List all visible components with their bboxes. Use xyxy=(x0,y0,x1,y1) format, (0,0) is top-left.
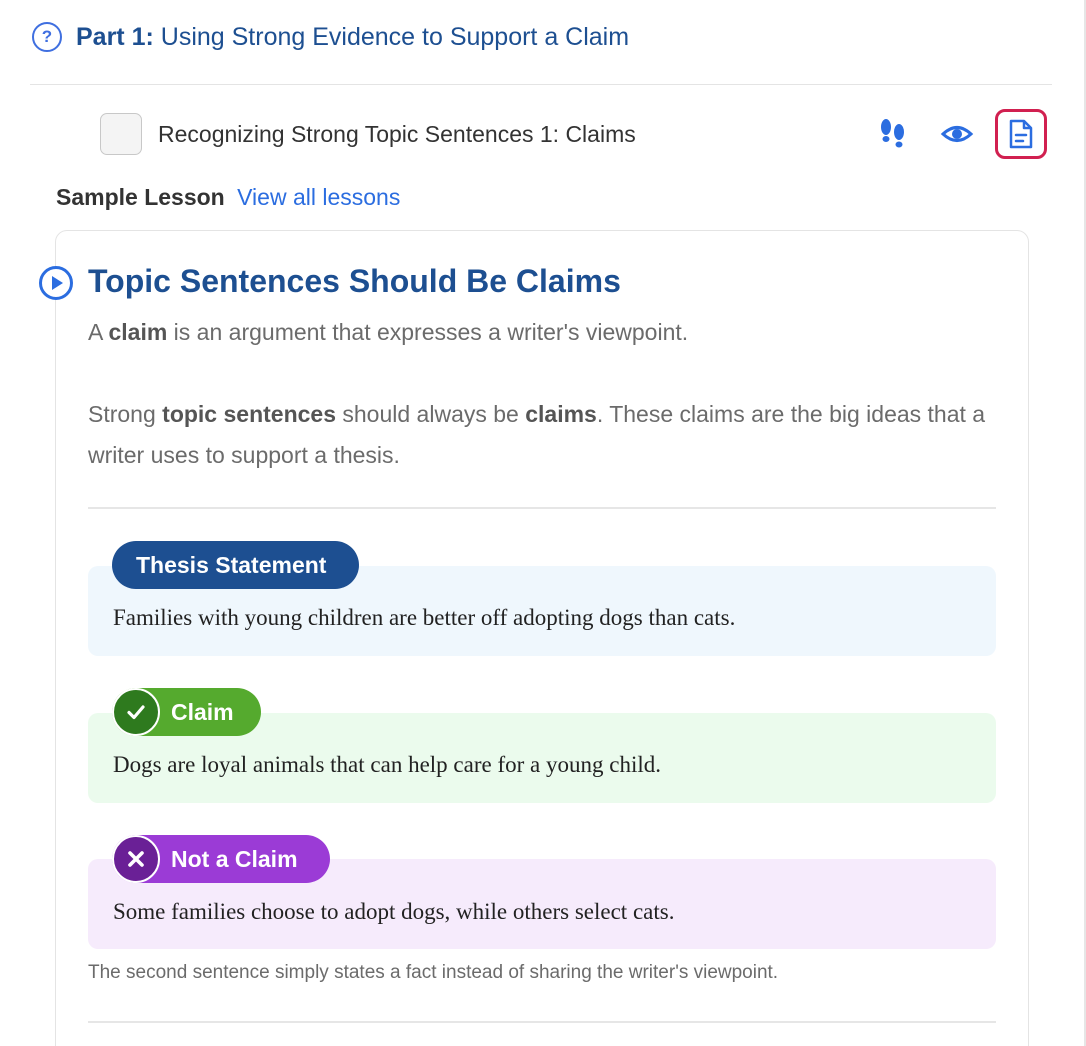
activity-title[interactable]: Recognizing Strong Topic Sentences 1: Cl… xyxy=(158,121,636,148)
checkmark-icon xyxy=(112,688,160,736)
x-mark-icon xyxy=(112,835,160,883)
topic-sentence-explanation: Strong topic sentences should always be … xyxy=(88,394,988,476)
part-title-text: Using Strong Evidence to Support a Claim xyxy=(160,22,630,51)
text-fragment: is an argument that expresses a writer's… xyxy=(167,319,689,345)
explanation-text: The second sentence simply states a fact… xyxy=(88,962,779,983)
divider xyxy=(88,1021,996,1023)
not-claim-example-text: Some families choose to adopt dogs, whil… xyxy=(113,899,675,924)
part-header: ? Part 1: Using Strong Evidence to Suppo… xyxy=(32,22,629,52)
part-divider xyxy=(30,84,1052,85)
badge-label: Thesis Statement xyxy=(136,551,327,578)
bold-term-claim: claim xyxy=(108,319,168,345)
claim-definition: A claim is an argument that expresses a … xyxy=(88,312,688,353)
activity-row: Recognizing Strong Topic Sentences 1: Cl… xyxy=(100,113,636,155)
question-circle-icon[interactable]: ? xyxy=(32,22,62,52)
claim-badge: Claim xyxy=(112,688,261,736)
thesis-statement-badge: Thesis Statement xyxy=(112,541,359,589)
eye-icon[interactable] xyxy=(940,119,974,149)
text-fragment: A xyxy=(88,319,109,345)
badge-label: Not a Claim xyxy=(171,845,298,872)
footprints-icon[interactable] xyxy=(876,117,910,151)
document-button[interactable] xyxy=(995,109,1047,159)
part-title: Part 1: Using Strong Evidence to Support… xyxy=(76,23,629,52)
bold-term-topic-sentences: topic sentences xyxy=(162,401,336,427)
view-all-lessons-link[interactable]: View all lessons xyxy=(237,184,400,210)
part-label: Part 1: xyxy=(76,22,154,51)
not-a-claim-badge: Not a Claim xyxy=(112,835,330,883)
claim-example-text: Dogs are loyal animals that can help car… xyxy=(113,752,661,777)
text-fragment: should always be xyxy=(336,401,526,427)
sample-lesson-label: Sample Lesson xyxy=(56,184,225,210)
sample-lesson-row: Sample Lesson View all lessons xyxy=(56,184,400,211)
text-fragment: Strong xyxy=(88,401,163,427)
play-circle-icon[interactable] xyxy=(38,265,74,301)
badge-label: Claim xyxy=(171,698,234,725)
divider xyxy=(88,507,996,509)
lesson-title: Topic Sentences Should Be Claims xyxy=(88,263,621,299)
thesis-example-text: Families with young children are better … xyxy=(113,605,736,630)
bold-term-claims: claims xyxy=(525,401,597,427)
activity-checkbox[interactable] xyxy=(100,113,142,155)
document-icon xyxy=(1009,119,1033,149)
